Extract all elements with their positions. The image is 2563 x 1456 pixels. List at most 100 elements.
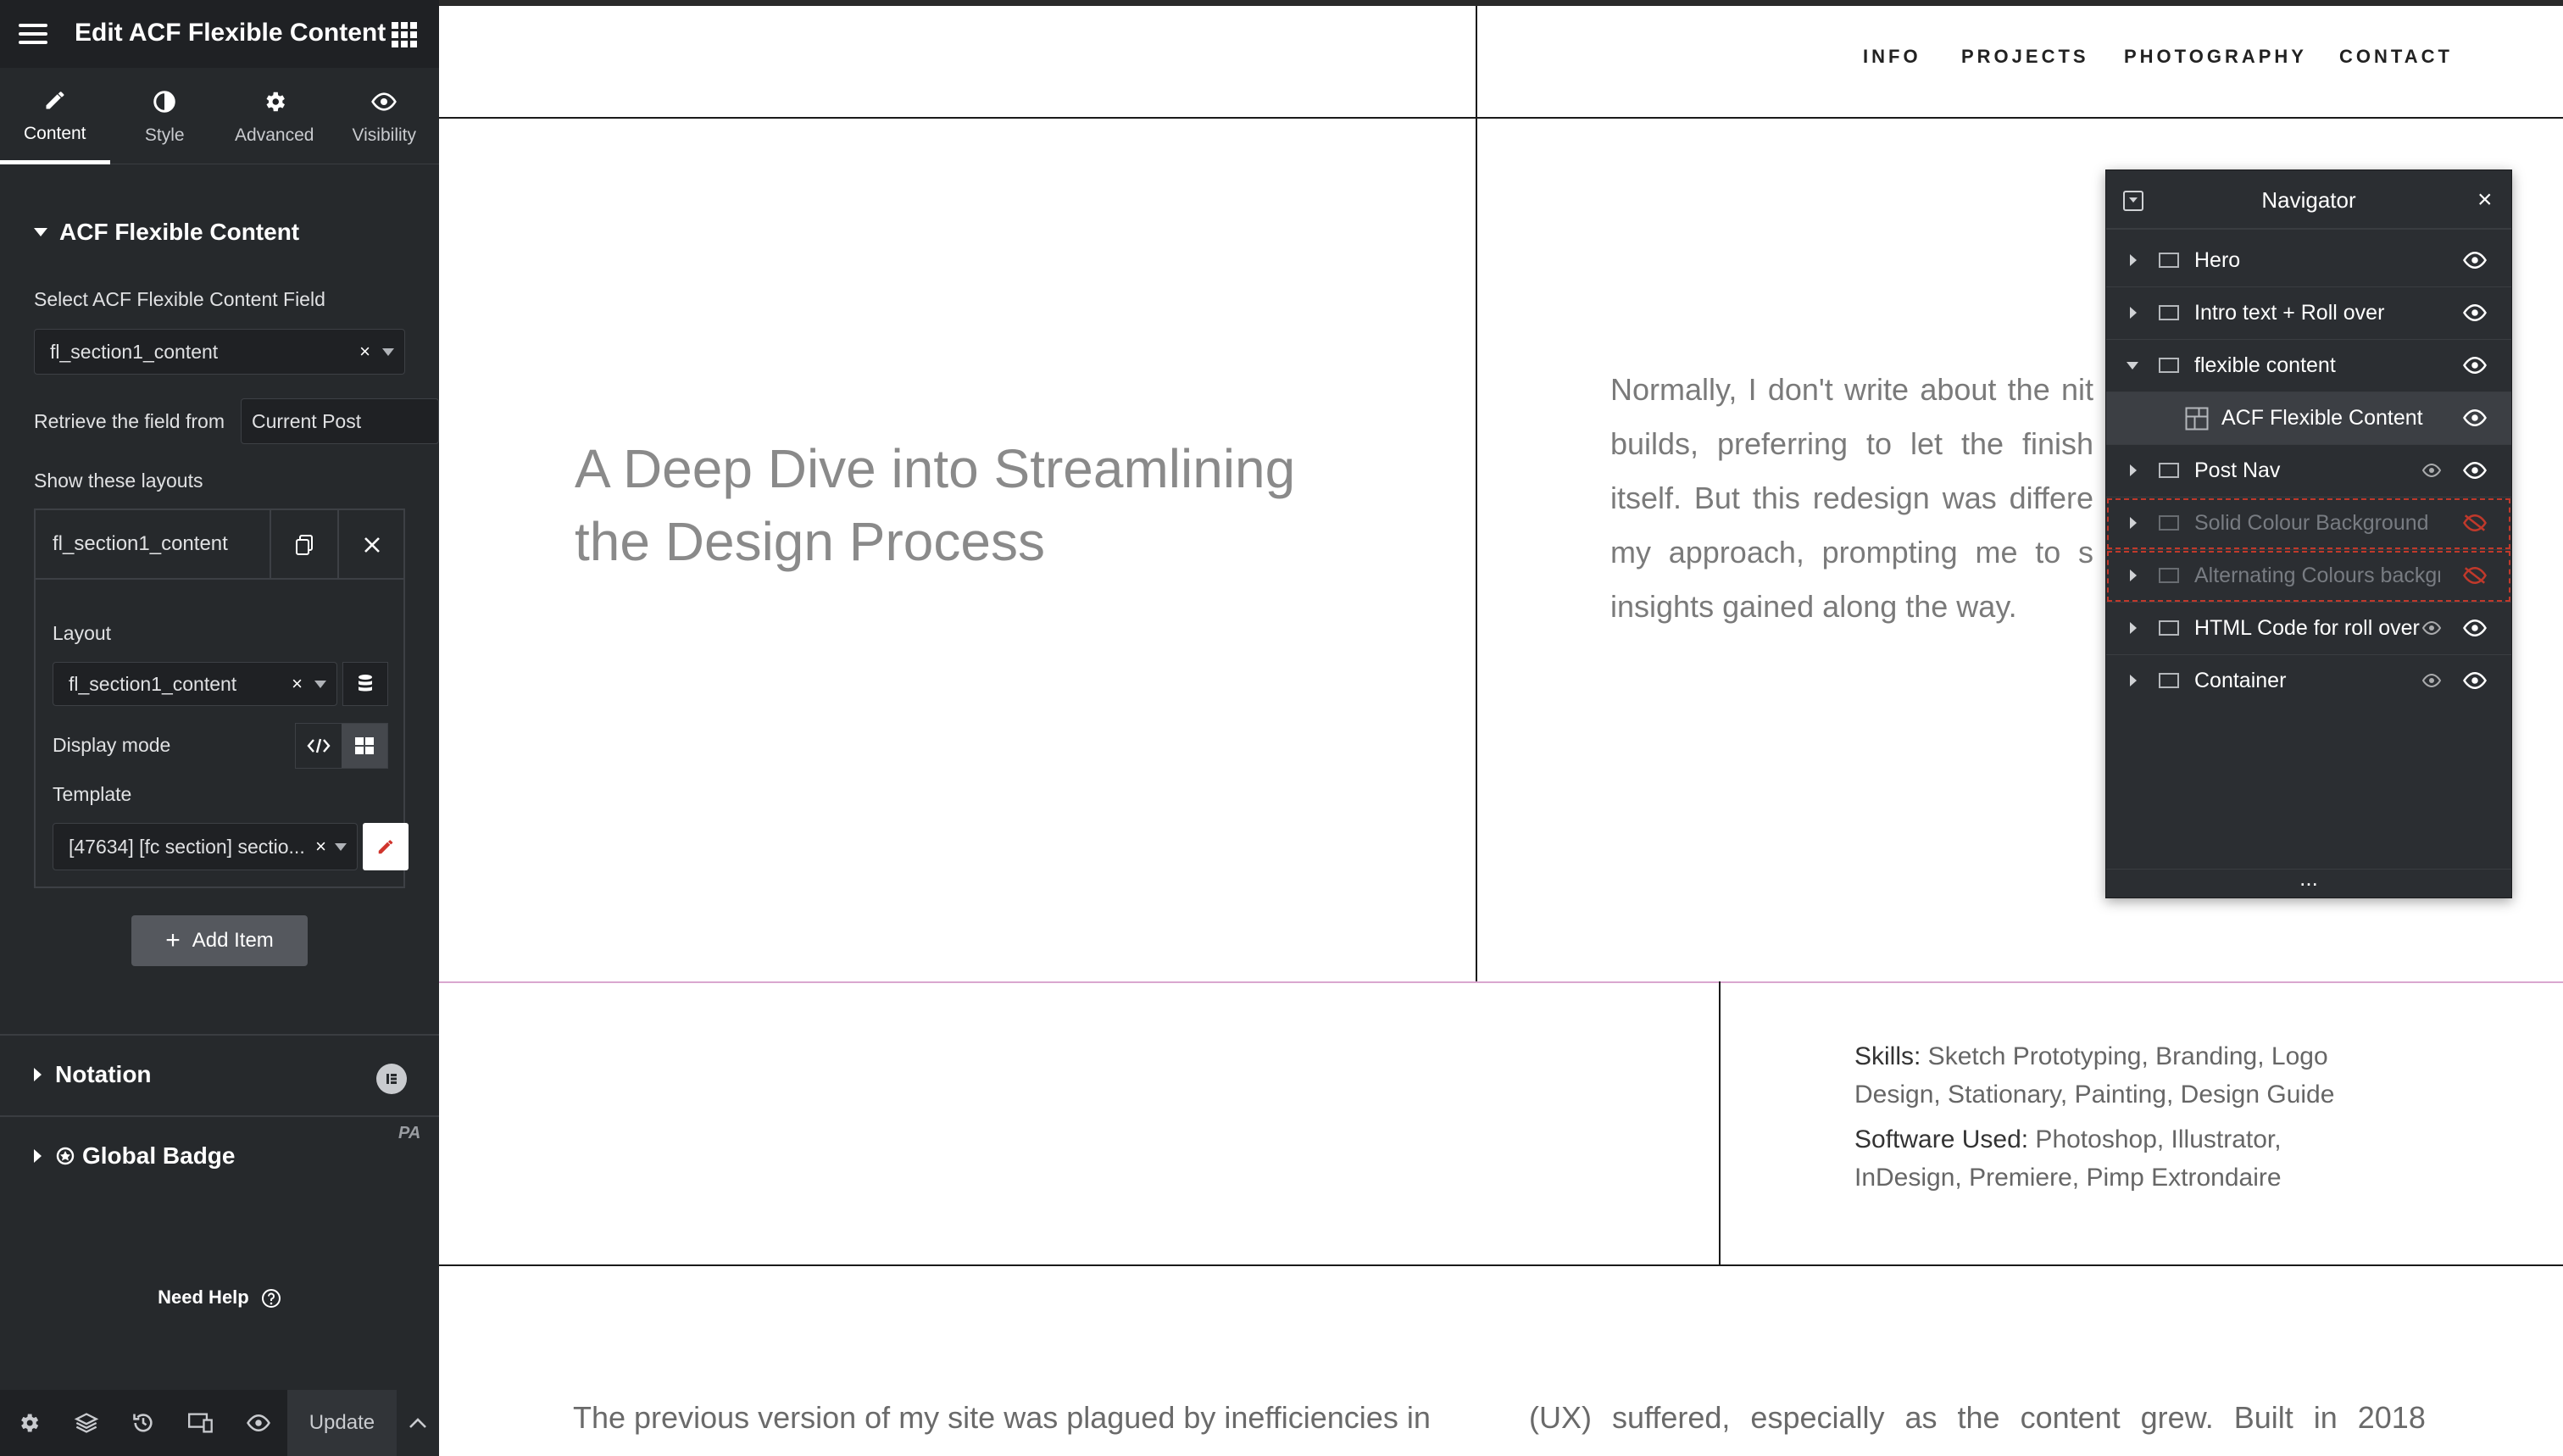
clear-icon[interactable]: × [359, 341, 370, 363]
nav-link-photography[interactable]: PHOTOGRAPHY [2124, 46, 2307, 68]
layout-select[interactable]: fl_section1_content × [53, 662, 337, 706]
navigator-item-solid-colour-background[interactable]: Solid Colour Background [2106, 497, 2511, 550]
panel-title: Edit ACF Flexible Content [75, 19, 386, 47]
database-icon [359, 675, 372, 692]
nav-link-contact[interactable]: CONTACT [2339, 46, 2453, 68]
grid-mode-button[interactable] [342, 724, 387, 768]
responsive-button[interactable] [172, 1390, 230, 1456]
navigator-item-flexible-content[interactable]: flexible content [2106, 340, 2511, 392]
plus-icon: + [165, 926, 181, 954]
gear-icon [20, 1414, 39, 1432]
body-paragraph-right: (UX) suffered, especially as the content… [1529, 1400, 2426, 1435]
select-field-dropdown[interactable]: fl_section1_content × [34, 329, 405, 375]
add-item-button[interactable]: + Add Item [131, 915, 308, 966]
copy-icon [296, 535, 313, 555]
notation-section-toggle[interactable]: Notation [34, 1061, 152, 1088]
eye-icon[interactable] [2462, 460, 2488, 481]
divider [0, 1115, 439, 1117]
help-circle-icon [261, 1289, 281, 1309]
eye-hidden-icon[interactable] [2462, 565, 2488, 586]
project-details: Skills: Sketch Prototyping, Branding, Lo… [1854, 1037, 2380, 1197]
container-icon [2159, 620, 2179, 636]
show-layouts-label: Show these layouts [34, 470, 203, 492]
preview-button[interactable] [230, 1390, 287, 1456]
eye-icon[interactable] [2462, 618, 2488, 638]
navigator-header[interactable]: Navigator × [2106, 170, 2511, 230]
edit-template-button[interactable] [363, 823, 409, 870]
code-mode-button[interactable] [296, 724, 342, 768]
remove-button[interactable] [337, 510, 405, 580]
caret-right-icon[interactable] [2130, 675, 2137, 686]
navigator-item-post-nav[interactable]: Post Nav [2106, 445, 2511, 497]
retrieve-select[interactable]: Current Post [241, 398, 439, 444]
navigator-item-alternating-colours[interactable]: Alternating Colours background [2106, 550, 2511, 603]
database-button[interactable] [342, 662, 388, 706]
caret-right-icon[interactable] [2130, 517, 2137, 529]
need-help-link[interactable]: Need Help [0, 1287, 439, 1309]
nav-link-projects[interactable]: PROJECTS [1961, 46, 2089, 68]
editor-panel: Edit ACF Flexible Content Content Style … [0, 0, 439, 1456]
caret-right-icon[interactable] [2130, 622, 2137, 634]
update-button[interactable]: Update [286, 1390, 398, 1456]
navigator-item-intro[interactable]: Intro text + Roll over [2106, 287, 2511, 340]
grid-icon [355, 737, 374, 754]
hamburger-menu-icon[interactable] [19, 24, 47, 44]
close-icon[interactable]: × [2477, 186, 2493, 214]
eye-icon[interactable] [2462, 355, 2488, 375]
navigator-item-hero[interactable]: Hero [2106, 235, 2511, 287]
apps-grid-icon[interactable] [392, 22, 417, 47]
chevron-down-icon [314, 681, 326, 688]
template-select[interactable]: [47634] [fc section] sectio... × [53, 823, 358, 870]
clear-icon[interactable]: × [315, 836, 326, 858]
clear-icon[interactable]: × [292, 673, 303, 695]
retrieve-value: Current Post [252, 409, 362, 432]
eye-icon[interactable] [2462, 670, 2488, 691]
repeater-item-header[interactable]: fl_section1_content [36, 510, 403, 580]
column-divider [1719, 981, 1721, 1266]
responsive-icon [188, 1413, 213, 1433]
eye-icon[interactable] [2462, 303, 2488, 323]
pencil-icon [43, 85, 67, 115]
eye-icon[interactable] [2462, 408, 2488, 428]
container-icon [2159, 568, 2179, 583]
nav-link-info[interactable]: INFO [1863, 46, 1921, 68]
tab-advanced[interactable]: Advanced [220, 68, 330, 164]
intro-text: Normally, I don't write about the nit bu… [1610, 372, 2093, 624]
settings-button[interactable] [0, 1390, 58, 1456]
caret-right-icon[interactable] [2130, 464, 2137, 476]
eye-icon [2421, 463, 2442, 478]
caret-down-icon[interactable] [2127, 362, 2138, 370]
navigator-item-label: HTML Code for roll over [2194, 616, 2420, 640]
navigator-panel: Navigator × Hero Intro text + Roll over … [2105, 169, 2512, 898]
navigator-button[interactable] [58, 1390, 115, 1456]
layout-value: fl_section1_content [69, 672, 237, 695]
display-mode-toggle [295, 723, 388, 769]
caret-right-icon[interactable] [2130, 570, 2137, 581]
eye-icon [2421, 620, 2442, 636]
tab-content[interactable]: Content [0, 68, 110, 164]
acf-section-toggle[interactable]: ACF Flexible Content [34, 219, 299, 246]
acf-section-title: ACF Flexible Content [59, 219, 300, 245]
navigator-item-html-code[interactable]: HTML Code for roll over [2106, 603, 2511, 655]
tab-content-label: Content [23, 123, 86, 143]
section-divider [439, 1264, 2563, 1266]
navigator-item-container[interactable]: Container [2106, 655, 2511, 708]
caret-right-icon[interactable] [2130, 254, 2137, 266]
software-line: Software Used: Photoshop, Illustrator, I… [1854, 1120, 2380, 1197]
divider [0, 1034, 439, 1036]
navigator-item-acf-flexible-content[interactable]: ACF Flexible Content [2106, 392, 2511, 445]
global-badge-section-toggle[interactable]: Global Badge [34, 1142, 235, 1170]
eye-icon[interactable] [2462, 250, 2488, 270]
navigator-item-label: Intro text + Roll over [2194, 301, 2385, 325]
tab-style[interactable]: Style [110, 68, 220, 164]
duplicate-button[interactable] [270, 510, 337, 580]
caret-right-icon[interactable] [2130, 307, 2137, 319]
close-icon [364, 537, 380, 553]
update-options-button[interactable] [397, 1390, 439, 1456]
tab-visibility[interactable]: Visibility [330, 68, 440, 164]
chevron-up-icon [409, 1418, 426, 1428]
eye-hidden-icon[interactable] [2462, 513, 2488, 533]
navigator-resize-handle[interactable]: ... [2106, 867, 2511, 897]
history-button[interactable] [114, 1390, 172, 1456]
hero-title: A Deep Dive into Streamlining the Design… [575, 438, 1296, 572]
